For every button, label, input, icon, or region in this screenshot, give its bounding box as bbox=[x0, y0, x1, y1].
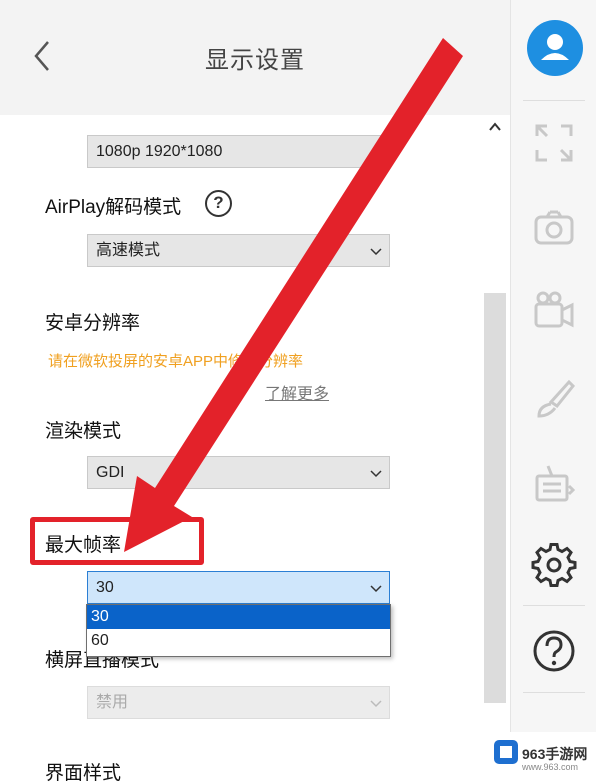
toolbar-divider bbox=[523, 100, 585, 101]
broadcast-icon[interactable] bbox=[531, 460, 577, 506]
watermark-logo-icon bbox=[494, 740, 518, 764]
site-watermark: 963手游网 www.963.com bbox=[488, 732, 596, 784]
help-icon[interactable] bbox=[531, 628, 577, 674]
user-avatar[interactable] bbox=[527, 20, 583, 76]
fullscreen-icon[interactable] bbox=[531, 120, 577, 166]
video-record-icon[interactable] bbox=[531, 288, 577, 334]
toolbar-divider bbox=[523, 605, 585, 606]
paintbrush-icon[interactable] bbox=[531, 376, 577, 422]
watermark-text: 963手游网 bbox=[522, 746, 588, 762]
watermark-url: www.963.com bbox=[522, 762, 579, 772]
camera-icon[interactable] bbox=[531, 205, 577, 251]
toolbar-divider bbox=[523, 692, 585, 693]
annotation-arrow bbox=[124, 38, 463, 552]
right-toolbar bbox=[510, 0, 596, 784]
gear-icon[interactable] bbox=[531, 542, 577, 588]
user-icon bbox=[541, 34, 569, 60]
